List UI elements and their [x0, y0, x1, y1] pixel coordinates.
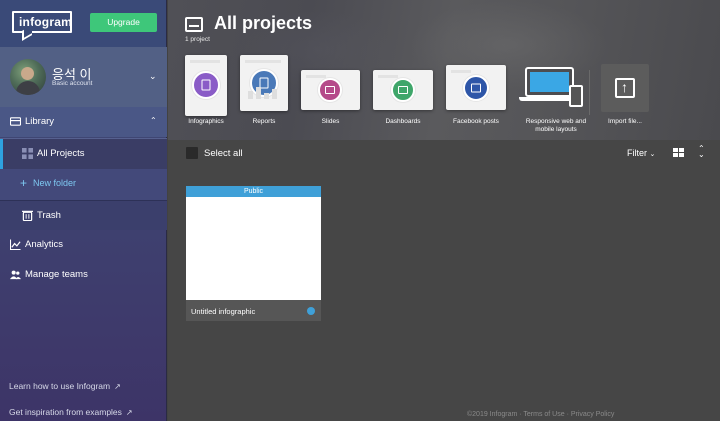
- library-label: Library: [25, 116, 55, 127]
- template-label: Reports: [252, 118, 276, 125]
- sidebar-item-all-projects[interactable]: All Projects: [0, 139, 167, 169]
- dashboard-icon: [391, 78, 415, 102]
- import-file-button[interactable]: ↑: [601, 64, 649, 112]
- team-icon: [10, 270, 21, 280]
- new-folder-button[interactable]: + New folder: [0, 169, 167, 199]
- account-type: Basic account: [52, 80, 93, 87]
- chevron-down-icon[interactable]: ⌄: [149, 71, 157, 82]
- sidebar: infogram Upgrade 응석 이 Basic account ⌄ Li…: [0, 0, 167, 421]
- chevron-up-icon[interactable]: ⌃: [150, 116, 157, 125]
- template-label: Facebook posts: [453, 118, 499, 125]
- template-label: Slides: [321, 118, 340, 125]
- sidebar-header: infogram Upgrade: [0, 0, 166, 47]
- logo-text: infogram: [19, 15, 72, 29]
- page-title: All projects: [214, 13, 313, 33]
- analytics-label: Analytics: [25, 239, 64, 250]
- analytics-icon: [10, 239, 21, 250]
- template-card: [301, 70, 360, 110]
- grid-icon: [22, 148, 33, 159]
- infographic-icon-glyph: [201, 79, 211, 91]
- inspiration-link[interactable]: Get inspiration from examples ↗: [9, 407, 133, 417]
- trash-icon: [22, 210, 33, 221]
- upgrade-button[interactable]: Upgrade: [90, 13, 157, 32]
- learn-link-text: Learn how to use Infogram: [9, 381, 111, 391]
- placeholder-line: [306, 75, 326, 78]
- template-label: Dashboards: [385, 118, 421, 125]
- manage-teams-label: Manage teams: [25, 269, 88, 280]
- project-name: Untitled infographic: [191, 307, 256, 316]
- template-label: Responsive web and mobile layouts: [525, 118, 587, 133]
- project-card[interactable]: Public Untitled infographic: [186, 186, 321, 321]
- filter-dropdown[interactable]: Filter ⌄: [627, 148, 655, 158]
- plus-icon: +: [20, 176, 28, 190]
- laptop-screen: [530, 72, 569, 92]
- placeholder-line: [245, 60, 281, 63]
- slides-icon-glyph: [325, 86, 335, 94]
- placeholder-bars: [244, 87, 284, 107]
- hero-background: [408, 0, 608, 90]
- dashboard-icon-glyph: [398, 86, 408, 94]
- template-label: Import file...: [608, 118, 642, 125]
- learn-link[interactable]: Learn how to use Infogram ↗: [9, 381, 121, 391]
- new-folder-label: New folder: [33, 178, 77, 188]
- facebook-icon-glyph: [471, 83, 481, 93]
- inspiration-link-text: Get inspiration from examples: [9, 407, 122, 417]
- placeholder-line: [451, 70, 471, 73]
- placeholder-line: [190, 60, 220, 63]
- library-icon: [185, 17, 203, 32]
- template-card: [446, 65, 506, 110]
- external-link-icon: ↗: [114, 382, 121, 391]
- template-card: [185, 55, 227, 116]
- placeholder-line: [378, 75, 398, 78]
- template-card: [240, 55, 288, 111]
- template-slides[interactable]: Slides: [301, 70, 360, 125]
- sidebar-item-trash[interactable]: Trash: [0, 200, 167, 230]
- library-icon: [10, 117, 21, 126]
- external-link-icon: ↗: [125, 408, 133, 417]
- visibility-badge: Public: [186, 186, 321, 197]
- project-count: 1 project: [185, 36, 210, 43]
- globe-icon: [307, 307, 315, 315]
- template-dashboards[interactable]: Dashboards: [373, 70, 433, 125]
- trash-label: Trash: [37, 210, 61, 221]
- template-reports[interactable]: Reports: [240, 55, 288, 125]
- infographic-icon: [192, 71, 220, 99]
- sort-icon[interactable]: ⌃ ⌄: [698, 145, 705, 159]
- sidebar-item-analytics[interactable]: Analytics: [0, 230, 167, 260]
- filter-label: Filter: [627, 148, 647, 158]
- infogram-logo[interactable]: infogram: [12, 11, 72, 33]
- project-thumbnail: [186, 197, 321, 300]
- upload-arrow-icon: ↑: [621, 79, 628, 95]
- divider: [589, 70, 590, 115]
- all-projects-label: All Projects: [37, 148, 85, 159]
- grid-view-icon[interactable]: [673, 148, 684, 158]
- phone-icon: [569, 85, 583, 107]
- template-card: [373, 70, 433, 110]
- laptop-icon: [525, 67, 574, 97]
- profile-panel[interactable]: 응석 이 Basic account ⌄: [0, 47, 167, 107]
- facebook-icon: [463, 75, 489, 101]
- select-all-checkbox[interactable]: [186, 147, 198, 159]
- sidebar-item-library[interactable]: Library ⌃: [0, 107, 167, 137]
- template-facebook-posts[interactable]: Facebook posts: [446, 65, 506, 125]
- chevron-down-icon: ⌄: [649, 151, 656, 158]
- sidebar-item-manage-teams[interactable]: Manage teams: [0, 260, 167, 290]
- select-all-label[interactable]: Select all: [204, 148, 243, 159]
- footer-copyright: ©2019 Infogram · Terms of Use · Privacy …: [467, 411, 615, 418]
- template-infographics[interactable]: Infographics: [185, 55, 227, 125]
- slides-icon: [318, 78, 342, 102]
- main-area: All projects 1 project Infographics Repo…: [168, 0, 720, 421]
- avatar: [10, 59, 46, 95]
- template-label: Infographics: [188, 118, 224, 125]
